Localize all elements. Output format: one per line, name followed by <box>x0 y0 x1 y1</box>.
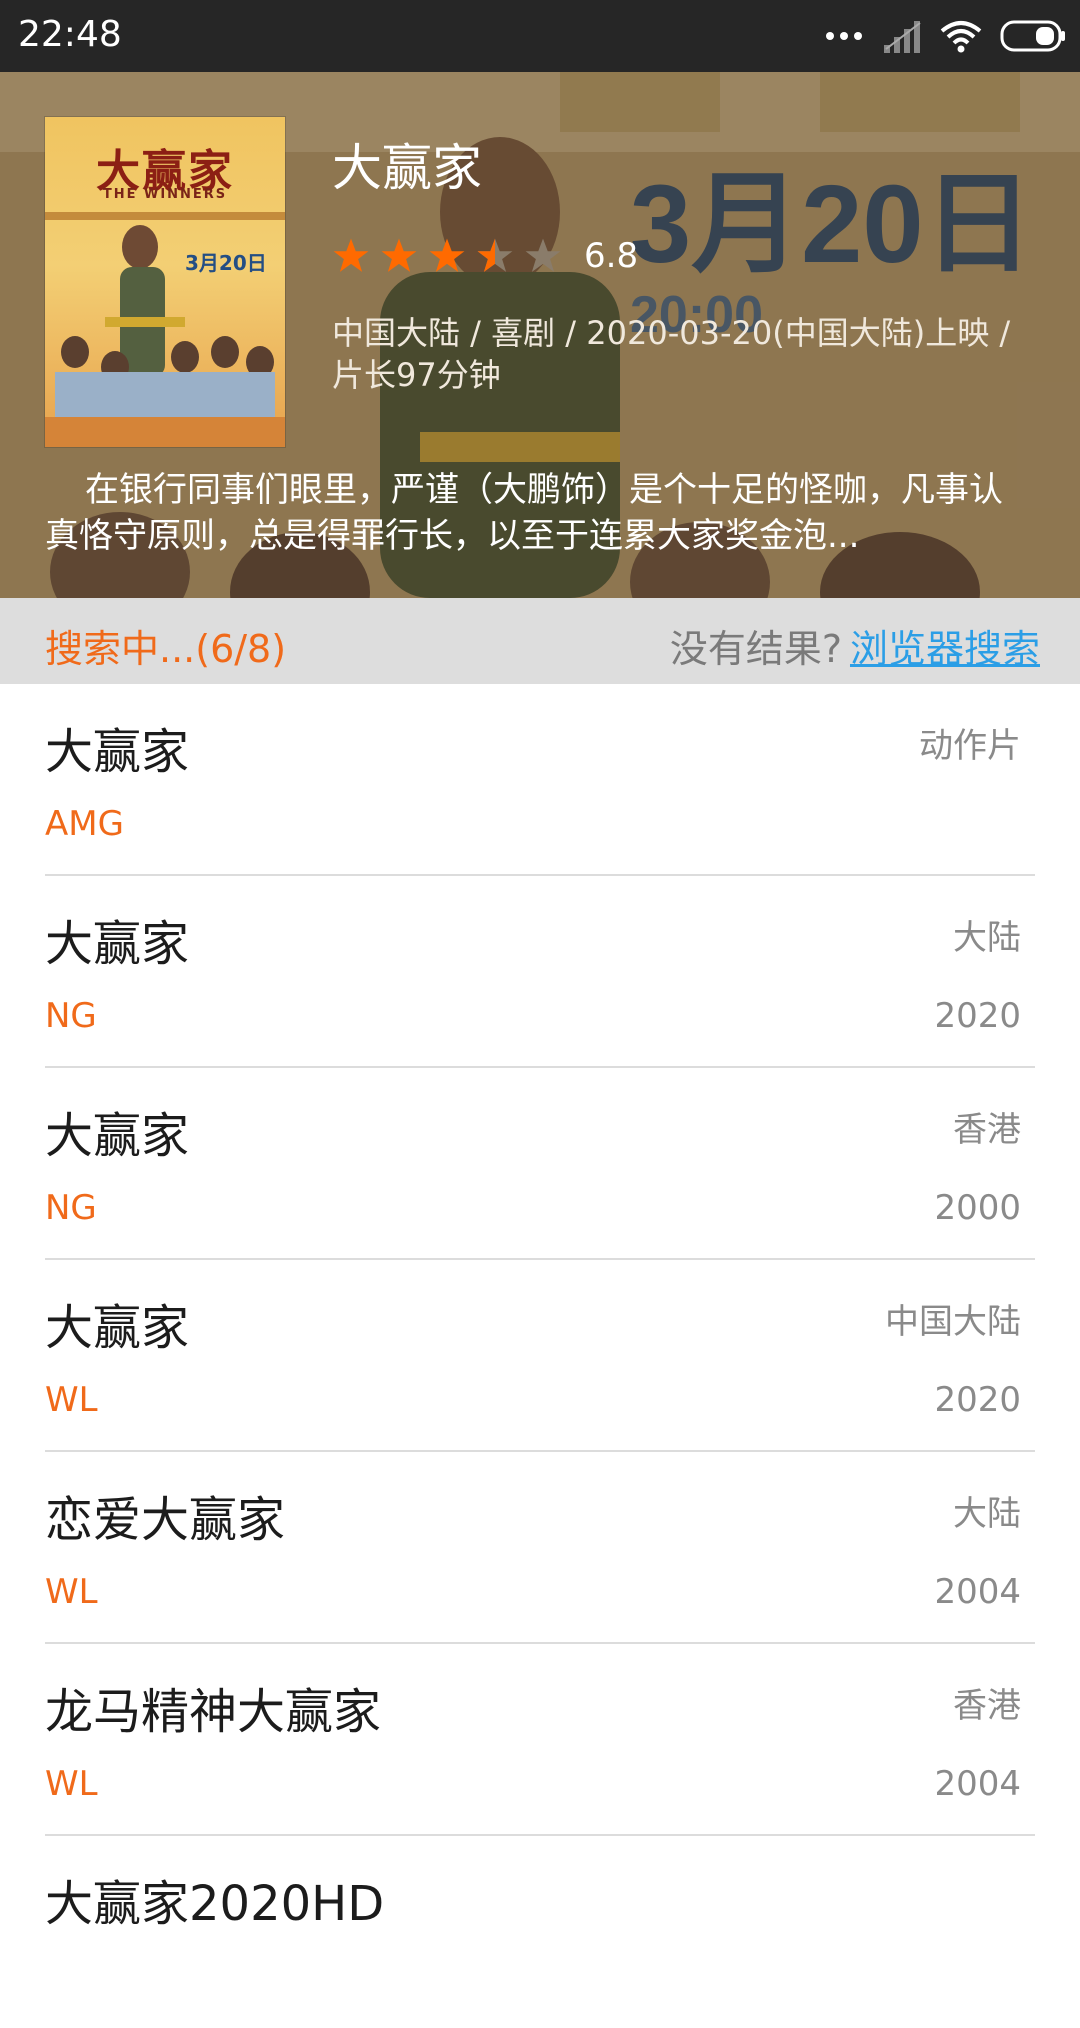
result-title: 恋爱大赢家 <box>45 1492 286 1548</box>
result-year: 2004 <box>934 1572 1021 1612</box>
result-title: 龙马精神大赢家 <box>45 1684 382 1740</box>
movie-header: 3月20日 20:00 大赢家 THE WINNERS 3月20日 大赢家 6.… <box>0 72 1080 598</box>
result-source: WL <box>45 1572 98 1612</box>
result-year: 2020 <box>934 996 1021 1036</box>
no-result-label: 没有结果? <box>669 627 842 671</box>
result-region: 大陆 <box>953 918 1021 958</box>
list-item[interactable]: 龙马精神大赢家 香港 WL 2004 <box>45 1644 1035 1836</box>
more-dots-icon <box>826 32 862 40</box>
wifi-icon <box>940 21 982 53</box>
battery-icon <box>1000 20 1065 52</box>
result-source: NG <box>45 996 97 1036</box>
list-item[interactable]: 大赢家2020HD <box>45 1836 1035 2028</box>
rating-stars <box>332 237 562 275</box>
result-title: 大赢家2020HD <box>45 1876 385 1932</box>
movie-title: 大赢家 <box>332 139 482 197</box>
movie-meta: 中国大陆 / 喜剧 / 2020-03-20(中国大陆)上映 / 片长97分钟 <box>332 314 1011 394</box>
result-region: 动作片 <box>919 726 1021 766</box>
result-source: AMG <box>45 804 124 844</box>
star-full-icon <box>333 238 369 272</box>
search-status-bar: 搜索中...(6/8) 没有结果? 浏览器搜索 <box>0 598 1080 684</box>
rating-row: 6.8 <box>332 232 638 280</box>
result-source: WL <box>45 1764 98 1804</box>
list-item[interactable]: 大赢家 中国大陆 WL 2020 <box>45 1260 1035 1452</box>
signal-icon <box>884 21 921 53</box>
result-region: 香港 <box>953 1110 1021 1150</box>
result-year: 2004 <box>934 1764 1021 1804</box>
result-title: 大赢家 <box>45 724 190 780</box>
browser-search-link[interactable]: 浏览器搜索 <box>850 618 1040 673</box>
star-full-icon <box>381 238 417 272</box>
result-region: 大陆 <box>953 1494 1021 1534</box>
star-half-icon <box>477 238 513 272</box>
result-source: NG <box>45 1188 97 1228</box>
result-title: 大赢家 <box>45 916 190 972</box>
star-empty-icon <box>525 238 561 272</box>
status-icons <box>824 16 1066 56</box>
status-bar: 22:48 <box>0 0 1080 72</box>
rating-value: 6.8 <box>584 236 639 276</box>
result-title: 大赢家 <box>45 1300 190 1356</box>
star-full-icon <box>429 238 465 272</box>
movie-description[interactable]: 在银行同事们眼里，严谨（大鹏饰）是个十足的怪咖，凡事认真恪守原则，总是得罪行长，… <box>45 467 1035 559</box>
poster-figures <box>45 212 285 447</box>
result-year: 2020 <box>934 1380 1021 1420</box>
list-item[interactable]: 恋爱大赢家 大陆 WL 2004 <box>45 1452 1035 1644</box>
list-item[interactable]: 大赢家 香港 NG 2000 <box>45 1068 1035 1260</box>
result-source: WL <box>45 1380 98 1420</box>
result-region: 香港 <box>953 1686 1021 1726</box>
list-item[interactable]: 大赢家 动作片 AMG <box>45 684 1035 876</box>
result-region: 中国大陆 <box>885 1302 1021 1342</box>
list-item[interactable]: 大赢家 大陆 NG 2020 <box>45 876 1035 1068</box>
status-time: 22:48 <box>18 14 122 55</box>
movie-poster[interactable]: 大赢家 THE WINNERS 3月20日 <box>45 117 285 447</box>
no-result-hint: 没有结果? 浏览器搜索 <box>670 618 1040 673</box>
result-year: 2000 <box>934 1188 1021 1228</box>
result-title: 大赢家 <box>45 1108 190 1164</box>
search-progress: 搜索中...(6/8) <box>45 627 287 671</box>
